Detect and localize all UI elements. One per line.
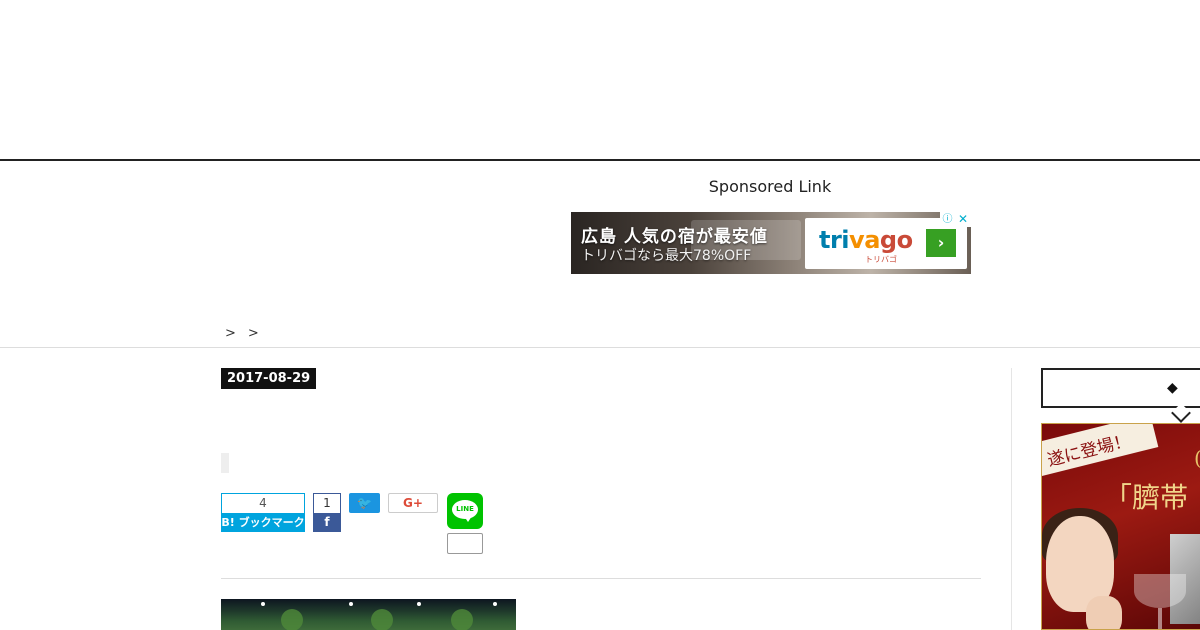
logo-part-2: va	[849, 226, 880, 254]
facebook-share-button[interactable]: 1 f	[313, 493, 341, 532]
logo-subtext: トリバゴ	[865, 255, 897, 264]
logo-part-1: tri	[819, 226, 850, 254]
cocktail-glass	[1134, 574, 1186, 608]
google-plus-icon: G+	[403, 496, 423, 510]
related-post-thumbnail[interactable]	[221, 599, 516, 630]
twitter-share-button[interactable]: 🐦	[349, 493, 380, 513]
model-hands	[1086, 596, 1122, 629]
line-share-button[interactable]: LINE	[447, 493, 483, 529]
ceiling-light	[349, 602, 353, 606]
hatena-bookmark-button[interactable]: 4 B! ブックマーク	[221, 493, 305, 532]
header-divider	[0, 159, 1200, 161]
sidebar-ad-banner[interactable]: 遂に登場！ ( 「臍帯	[1041, 423, 1200, 630]
twitter-icon: 🐦	[357, 496, 372, 510]
breadcrumb: > >	[219, 326, 259, 341]
ad-go-button[interactable]: ›	[926, 229, 956, 257]
glass-stem	[1158, 608, 1162, 629]
foliage	[371, 609, 393, 630]
facebook-count: 1	[313, 493, 341, 513]
facebook-icon: f	[313, 513, 341, 532]
sidebar-divider	[1011, 368, 1012, 630]
ad-headline: 「臍帯	[1104, 481, 1189, 514]
site-header	[0, 0, 1200, 159]
ceiling-light	[261, 602, 265, 606]
sponsored-label: Sponsored Link	[708, 177, 832, 196]
breadcrumb-separator: >	[247, 326, 259, 341]
sidebar-heading: ◆	[1041, 368, 1200, 423]
ad-gold-char: (	[1194, 446, 1200, 470]
hatena-count: 4	[221, 493, 305, 513]
line-count	[447, 533, 483, 554]
content-divider	[221, 578, 981, 579]
article-title-placeholder	[221, 453, 229, 473]
heading-pointer	[1171, 403, 1191, 423]
ad-info-icon[interactable]: ⓘ	[940, 212, 955, 227]
ad-subline: トリバゴなら最大78%OFF	[581, 248, 752, 264]
logo-part-3: go	[879, 226, 913, 254]
hatena-label: B! ブックマーク	[221, 513, 305, 532]
ceiling-light	[493, 602, 497, 606]
ad-close-icon[interactable]: ✕	[955, 212, 971, 227]
ceiling-light	[417, 602, 421, 606]
breadcrumb-separator: >	[225, 326, 236, 341]
foliage	[281, 609, 303, 630]
trivago-logo: trivago	[819, 226, 913, 254]
foliage	[451, 609, 473, 630]
ad-headline: 広島 人気の宿が最安値	[581, 227, 768, 247]
page: Sponsored Link 広島 人気の宿が最安値 トリバゴなら最大78%OF…	[0, 0, 1200, 630]
post-date: 2017-08-29	[221, 368, 317, 389]
google-plus-button[interactable]: G+	[388, 493, 438, 513]
breadcrumb-divider	[0, 347, 1200, 348]
diamond-icon: ◆	[1167, 380, 1178, 396]
line-bubble-tail	[464, 516, 472, 522]
trivago-ad-banner[interactable]: 広島 人気の宿が最安値 トリバゴなら最大78%OFF trivago トリバゴ …	[571, 212, 971, 274]
